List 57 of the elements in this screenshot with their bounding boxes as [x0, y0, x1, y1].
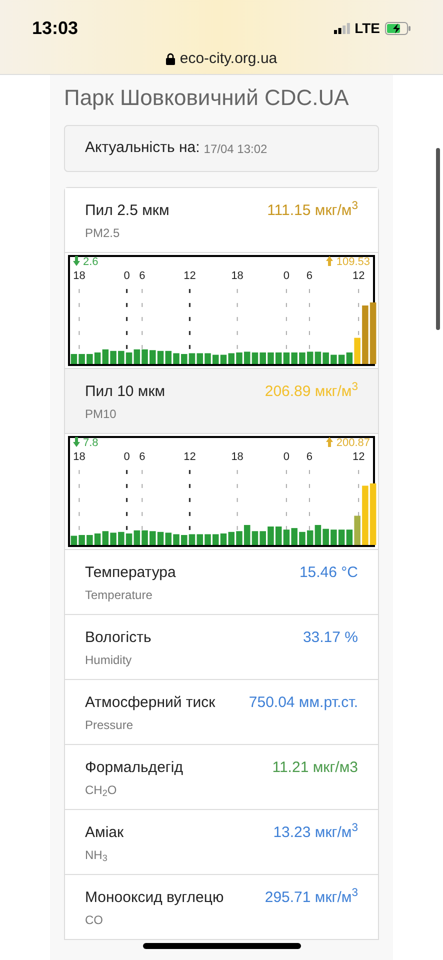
- measurement-value: 33.17 %: [302, 629, 358, 648]
- measurement-code: CH$_{2}$O: [85, 782, 118, 798]
- update-time: 17/04 13:02: [204, 140, 268, 158]
- hour-label: 6: [306, 270, 313, 282]
- hour-label: 0: [124, 451, 130, 463]
- hour-label: 0: [283, 451, 290, 463]
- update-label: Актуальність на:: [85, 138, 200, 158]
- measurement-name: Температура: [85, 564, 176, 582]
- measurement-name: Аміак: [85, 824, 124, 842]
- maximum-label: 200.87: [326, 437, 370, 450]
- url-text[interactable]: eco-city.org.ua: [180, 48, 278, 70]
- measurement-name: Пил 10 мкм: [85, 383, 166, 401]
- measurement-name: Вологість: [85, 629, 152, 647]
- measurement-value: 750.04 мм.рт.ст.: [248, 694, 358, 713]
- measurement-value: 295.71 мкг/м$^{3}$: [264, 889, 358, 908]
- network-label: LTE: [354, 19, 380, 38]
- minimum-label: 7.8: [73, 437, 98, 450]
- measurement-code: CO: [85, 912, 104, 928]
- hour-label: 12: [184, 270, 196, 282]
- maximum-label: 109.53: [326, 256, 370, 269]
- down-arrow-icon: [73, 437, 80, 447]
- measurement-value: 13.23 мкг/м$^{3}$: [273, 824, 358, 843]
- battery-icon: [385, 22, 411, 35]
- measurement-code: Temperature: [85, 587, 154, 603]
- down-arrow-icon: [73, 256, 80, 266]
- measurement-value: 111.15 мкг/м$^{3}$: [267, 202, 358, 221]
- hour-label: 6: [139, 451, 146, 463]
- up-arrow-icon: [326, 256, 334, 266]
- hour-label: 18: [73, 270, 86, 282]
- measurement-code: Pressure: [85, 717, 134, 733]
- measurement-code: NH$_{3}$: [85, 847, 108, 863]
- measurement-value: 15.46 °C: [299, 564, 358, 583]
- measurement-name: Атмосферний тиск: [85, 694, 216, 712]
- hour-label: 18: [231, 451, 244, 463]
- hour-label: 18: [73, 451, 86, 463]
- measurement-value: 206.89 мкг/м$^{3}$: [264, 383, 358, 402]
- minimum-label: 2.6: [73, 256, 98, 269]
- measurement-code: PM10: [85, 406, 118, 422]
- hour-label: 12: [352, 451, 365, 463]
- signal-icon: [334, 23, 350, 34]
- hour-label: 12: [352, 270, 365, 282]
- page-title: Парк Шовковичний CDC.UA: [64, 84, 350, 112]
- measurement-name: Формальдегід: [85, 759, 183, 777]
- hour-label: 12: [184, 451, 196, 463]
- hour-label: 0: [124, 270, 130, 282]
- measurement-code: PM2.5: [85, 225, 121, 241]
- hour-label: 0: [283, 270, 290, 282]
- hour-label: 18: [231, 270, 244, 282]
- up-arrow-icon: [326, 437, 334, 447]
- hour-label: 6: [306, 451, 313, 463]
- measurement-code: Humidity: [85, 652, 133, 668]
- measurement-value: 11.21 мкг/м3: [272, 759, 358, 778]
- status-time: 13:03: [32, 17, 78, 40]
- lock-icon: [166, 53, 175, 66]
- measurement-name: Монооксид вуглецю: [85, 889, 224, 907]
- measurement-name: Пил 2.5 мкм: [85, 202, 170, 220]
- hour-label: 6: [139, 270, 146, 282]
